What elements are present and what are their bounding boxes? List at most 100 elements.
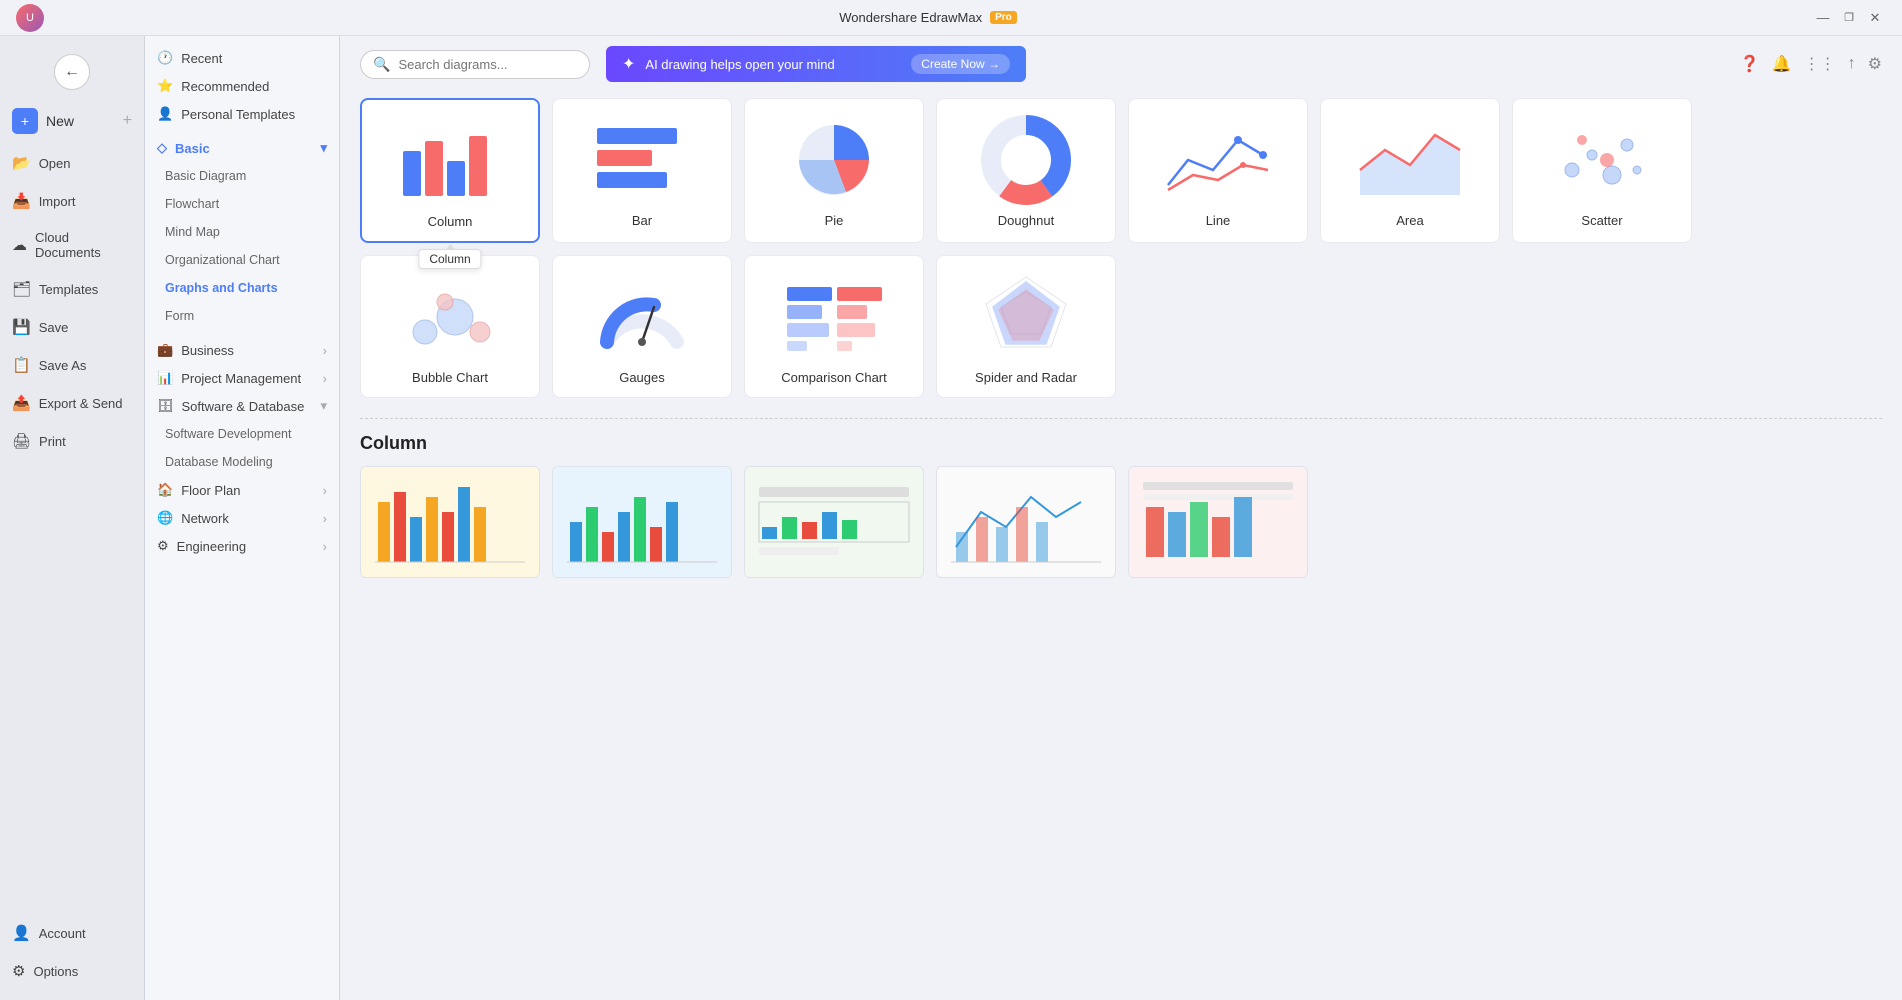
chart-card-pie[interactable]: Pie [744,98,924,243]
template-card-3[interactable] [744,466,924,578]
subcategory-org-chart[interactable]: Organizational Chart [145,246,339,274]
section-title: Column [360,433,1882,454]
subcategory-flowchart[interactable]: Flowchart [145,190,339,218]
sidebar-item-new[interactable]: + New + [0,98,144,144]
chart-label-comparison: Comparison Chart [781,370,887,385]
help-icon[interactable]: ❓ [1740,54,1760,74]
chart-label-gauges: Gauges [619,370,665,385]
chart-card-area[interactable]: Area [1320,98,1500,243]
app-title: Wondershare EdrawMax Pro [839,10,1017,25]
chart-card-scatter[interactable]: Scatter [1512,98,1692,243]
chart-label-bar: Bar [632,213,652,228]
import-icon: 📥 [12,192,31,210]
charts-area: Column Column Bar [340,88,1902,1000]
sidebar-item-export[interactable]: 📤 Export & Send [0,384,144,422]
floor-chevron: › [323,483,327,498]
personal-icon: 👤 [157,106,173,122]
software-icon: 🗄 [157,398,174,414]
share-icon[interactable]: ↑ [1848,55,1856,73]
options-icon: ⚙ [12,962,25,980]
search-box[interactable]: 🔍 [360,50,590,79]
create-now-button[interactable]: Create Now → [911,54,1010,74]
saveas-icon: 📋 [12,356,31,374]
close-button[interactable]: ✕ [1864,7,1886,29]
chart-card-comparison[interactable]: Comparison Chart [744,255,924,398]
subcategory-form[interactable]: Form [145,302,339,330]
chart-card-line[interactable]: Line [1128,98,1308,243]
column-tooltip: Column [418,249,481,269]
sidebar-item-save[interactable]: 💾 Save [0,308,144,346]
template-card-4[interactable] [936,466,1116,578]
software-chevron: ▾ [320,398,327,414]
business-icon: 💼 [157,342,173,358]
network-icon: 🌐 [157,510,173,526]
chart-label-area: Area [1396,213,1423,228]
project-icon: 📊 [157,370,173,386]
subcategory-mind-map[interactable]: Mind Map [145,218,339,246]
category-personal[interactable]: 👤Personal Templates [145,100,339,128]
template-card-5[interactable] [1128,466,1308,578]
chart-card-doughnut[interactable]: Doughnut [936,98,1116,243]
chart-card-spider[interactable]: Spider and Radar [936,255,1116,398]
chart-label-column: Column [428,214,473,229]
template-card-2[interactable] [552,466,732,578]
settings-icon[interactable]: ⚙ [1868,54,1882,74]
engineering-icon: ⚙ [157,538,169,554]
sidebar-item-print[interactable]: 🖨 Print [0,422,144,460]
business-chevron: › [323,343,327,358]
back-button[interactable]: ← [54,54,90,90]
sidebar-item-templates[interactable]: 🗂 Templates [0,270,144,308]
category-floor-plan[interactable]: 🏠 Floor Plan › [145,476,339,504]
category-software-db[interactable]: 🗄 Software & Database ▾ [145,392,339,420]
category-recommended[interactable]: ⭐Recommended [145,72,339,100]
category-panel: 🕐Recent ⭐Recommended 👤Personal Templates… [145,36,340,1000]
minimize-button[interactable]: — [1812,7,1834,29]
floor-icon: 🏠 [157,482,173,498]
save-icon: 💾 [12,318,31,336]
chart-label-spider: Spider and Radar [975,370,1077,385]
ai-banner-text: AI drawing helps open your mind [645,57,901,72]
chart-card-bubble[interactable]: Bubble Chart [360,255,540,398]
restore-button[interactable]: ❐ [1838,7,1860,29]
notification-icon[interactable]: 🔔 [1772,54,1792,74]
category-network[interactable]: 🌐 Network › [145,504,339,532]
sidebar-item-saveas[interactable]: 📋 Save As [0,346,144,384]
search-input[interactable] [398,57,577,72]
ai-banner[interactable]: ✦ AI drawing helps open your mind Create… [606,46,1026,82]
template-card-1[interactable] [360,466,540,578]
sidebar-item-cloud[interactable]: ☁ Cloud Documents [0,220,144,270]
engineering-chevron: › [323,539,327,554]
avatar[interactable]: U [16,4,44,32]
recommended-icon: ⭐ [157,78,173,94]
sidebar-item-options[interactable]: ⚙ Options [0,952,144,990]
chart-card-gauges[interactable]: Gauges [552,255,732,398]
sidebar-item-account[interactable]: 👤 Account [0,914,144,952]
category-engineering[interactable]: ⚙ Engineering › [145,532,339,560]
category-business[interactable]: 💼 Business › [145,336,339,364]
subcategory-sw-dev[interactable]: Software Development [145,420,339,448]
subcategory-basic-diagram[interactable]: Basic Diagram [145,162,339,190]
chart-cards-grid: Column Column Bar [360,98,1882,398]
pro-badge: Pro [990,11,1017,24]
category-recent[interactable]: 🕐Recent [145,44,339,72]
recent-icon: 🕐 [157,50,173,66]
subcategory-db-model[interactable]: Database Modeling [145,448,339,476]
subcategory-graphs-charts[interactable]: Graphs and Charts [145,274,339,302]
apps-icon[interactable]: ⋮⋮ [1804,54,1836,74]
category-basic[interactable]: ◇ Basic ▾ [145,134,339,162]
basic-chevron: ▾ [320,140,327,156]
section-divider [360,418,1882,419]
network-chevron: › [323,511,327,526]
chart-card-column[interactable]: Column Column [360,98,540,243]
chart-label-bubble: Bubble Chart [412,370,488,385]
chart-card-bar[interactable]: Bar [552,98,732,243]
basic-icon: ◇ [157,140,167,156]
chart-label-doughnut: Doughnut [998,213,1054,228]
print-icon: 🖨 [12,432,31,450]
search-icon: 🔍 [373,56,390,73]
category-project-mgmt[interactable]: 📊 Project Management › [145,364,339,392]
sidebar-item-import[interactable]: 📥 Import [0,182,144,220]
sidebar-item-open[interactable]: 📂 Open [0,144,144,182]
chart-label-scatter: Scatter [1581,213,1622,228]
export-icon: 📤 [12,394,31,412]
